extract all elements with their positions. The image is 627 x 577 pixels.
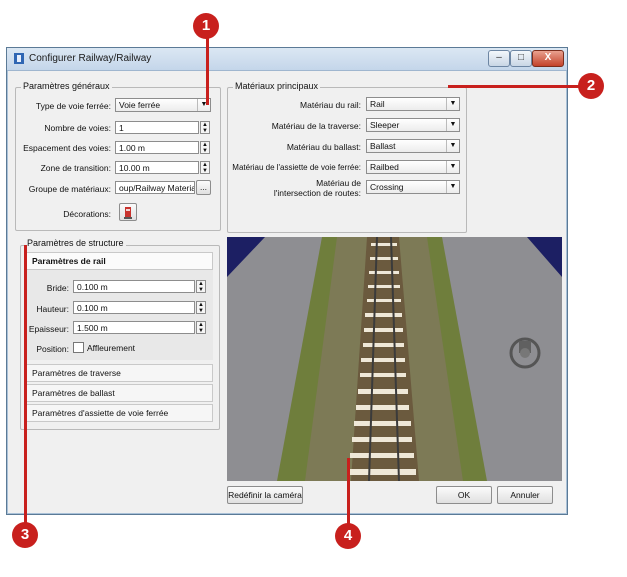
tab-rail-params[interactable]: Paramètres de rail bbox=[25, 252, 213, 270]
flush-label: Affleurement bbox=[87, 343, 136, 353]
chevron-down-icon: ▼ bbox=[446, 98, 459, 110]
general-params-legend: Paramètres généraux bbox=[21, 81, 112, 91]
ok-button[interactable]: OK bbox=[436, 486, 492, 504]
decoration-icon bbox=[124, 207, 132, 219]
decorations-button[interactable] bbox=[119, 203, 137, 221]
rail-material-label: Matériau du rail: bbox=[300, 100, 361, 110]
flange-label: Bride: bbox=[46, 283, 69, 293]
tab-ballast-params[interactable]: Paramètres de ballast bbox=[25, 384, 213, 402]
thickness-input[interactable]: 1.500 m bbox=[73, 321, 195, 334]
minimize-button[interactable]: – bbox=[488, 50, 510, 67]
thickness-label: Epaisseur: bbox=[28, 324, 69, 334]
railbed-material-label: Matériau de l'assiette de voie ferrée: bbox=[232, 163, 361, 172]
callout-4: 4 bbox=[335, 523, 361, 549]
railbed-material-select[interactable]: Railbed ▼ bbox=[366, 160, 460, 174]
height-input[interactable]: 0.100 m bbox=[73, 301, 195, 314]
preview-viewport[interactable] bbox=[227, 237, 562, 481]
callout-2-line bbox=[448, 85, 588, 88]
chevron-down-icon: ▼ bbox=[446, 161, 459, 173]
material-group-input[interactable]: oup/Railway Materials bbox=[115, 181, 195, 194]
close-button[interactable]: X bbox=[532, 50, 564, 67]
chevron-down-icon: ▼ bbox=[446, 119, 459, 131]
height-label: Hauteur: bbox=[36, 304, 69, 314]
materials-legend: Matériaux principaux bbox=[233, 81, 321, 91]
window-title: Configurer Railway/Railway bbox=[29, 53, 152, 64]
flange-stepper[interactable]: ▲ ▼ bbox=[196, 280, 206, 293]
rail-material-select[interactable]: Rail ▼ bbox=[366, 97, 460, 111]
crossing-material-label-2: l'intersection de routes: bbox=[273, 188, 361, 198]
browse-button[interactable]: ... bbox=[196, 180, 211, 195]
callout-4-line bbox=[347, 458, 350, 526]
position-label: Position: bbox=[36, 344, 69, 354]
transition-label: Zone de transition: bbox=[40, 163, 111, 173]
height-stepper[interactable]: ▲ ▼ bbox=[196, 301, 206, 314]
chevron-down-icon: ▼ bbox=[446, 181, 459, 193]
transition-stepper[interactable]: ▲ ▼ bbox=[200, 161, 210, 174]
transition-input[interactable]: 10.00 m bbox=[115, 161, 199, 174]
app-icon bbox=[14, 53, 24, 64]
structure-legend: Paramètres de structure bbox=[25, 238, 126, 248]
track-spacing-input[interactable]: 1.00 m bbox=[115, 141, 199, 154]
chevron-down-icon: ▼ bbox=[446, 140, 459, 152]
material-group-label: Groupe de matériaux: bbox=[28, 184, 111, 194]
tab-railbed-params[interactable]: Paramètres d'assiette de voie ferrée bbox=[25, 404, 213, 422]
track-spacing-label: Espacement des voies: bbox=[23, 143, 111, 153]
flush-checkbox[interactable] bbox=[73, 342, 84, 353]
decorations-label: Décorations: bbox=[63, 209, 111, 219]
ballast-material-label: Matériau du ballast: bbox=[286, 142, 361, 152]
flange-input[interactable]: 0.100 m bbox=[73, 280, 195, 293]
cancel-button[interactable]: Annuler bbox=[497, 486, 553, 504]
track-count-stepper[interactable]: ▲ ▼ bbox=[200, 121, 210, 134]
title-bar: Configurer Railway/Railway – □ X bbox=[7, 48, 567, 71]
track-count-label: Nombre de voies: bbox=[44, 123, 111, 133]
callout-1: 1 bbox=[193, 13, 219, 39]
sleeper-material-label: Matériau de la traverse: bbox=[271, 121, 361, 131]
reset-camera-button[interactable]: Redéfinir la caméra bbox=[227, 486, 303, 504]
track-spacing-stepper[interactable]: ▲ ▼ bbox=[200, 141, 210, 154]
dialog-window: Configurer Railway/Railway – □ X Paramèt… bbox=[6, 47, 568, 515]
crossing-material-select[interactable]: Crossing ▼ bbox=[366, 180, 460, 194]
callout-1-line bbox=[206, 35, 209, 105]
callout-2: 2 bbox=[578, 73, 604, 99]
callout-3: 3 bbox=[12, 522, 38, 548]
maximize-button[interactable]: □ bbox=[510, 50, 532, 67]
callout-3-line bbox=[24, 245, 27, 525]
crossing-material-label-1: Matériau de bbox=[316, 178, 361, 188]
track-count-input[interactable]: 1 bbox=[115, 121, 199, 134]
sleeper-material-select[interactable]: Sleeper ▼ bbox=[366, 118, 460, 132]
track-type-select[interactable]: Voie ferrée ▼ bbox=[115, 98, 211, 112]
track-type-label: Type de voie ferrée: bbox=[35, 101, 111, 111]
thickness-stepper[interactable]: ▲ ▼ bbox=[196, 321, 206, 334]
ballast-material-select[interactable]: Ballast ▼ bbox=[366, 139, 460, 153]
tab-sleeper-params[interactable]: Paramètres de traverse bbox=[25, 364, 213, 382]
